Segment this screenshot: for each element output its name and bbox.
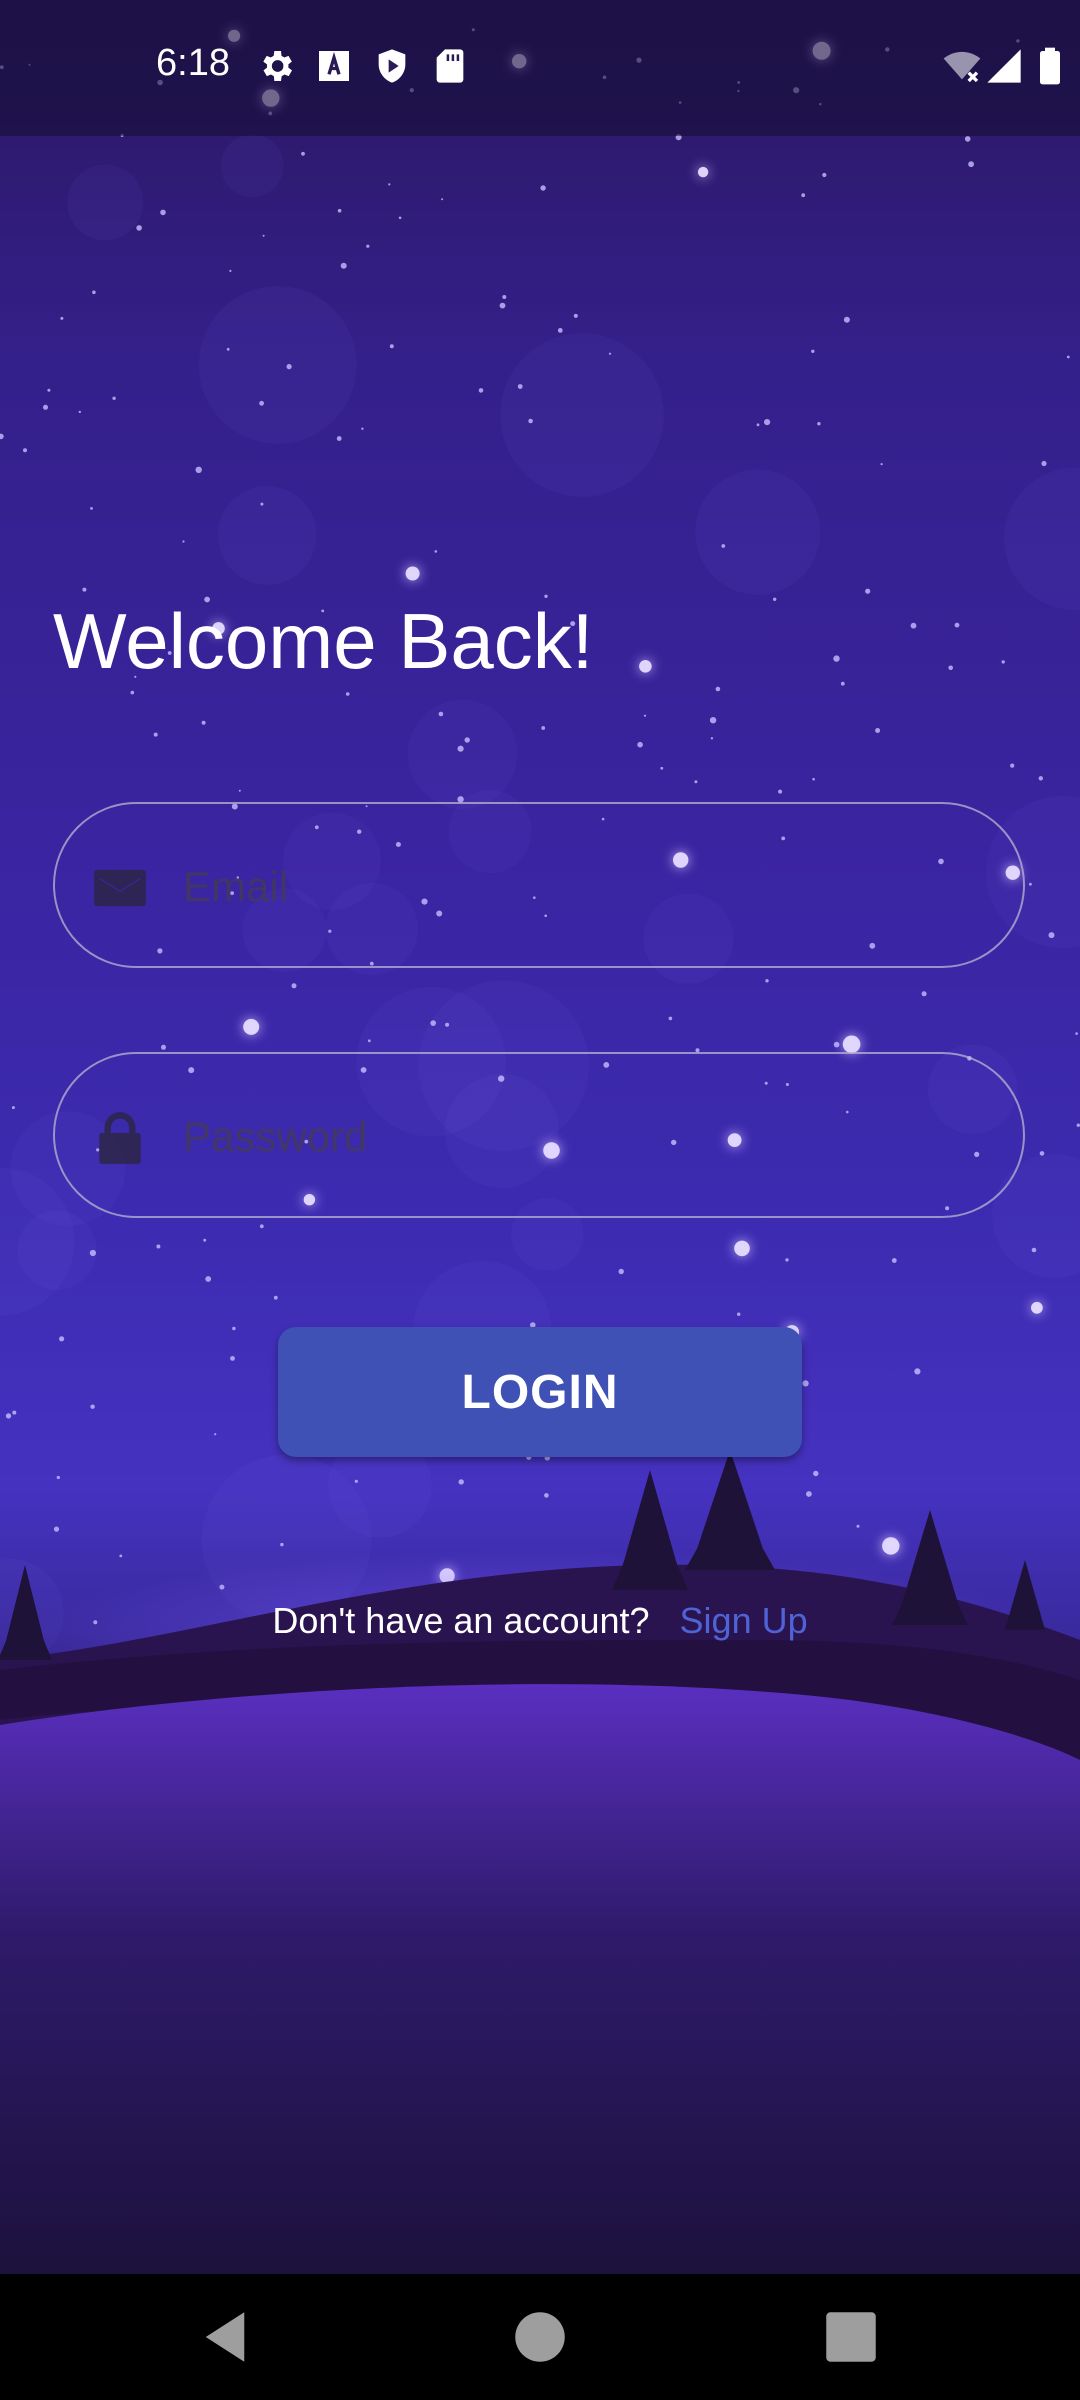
signup-row: Don't have an account? Sign Up <box>0 1600 1080 1642</box>
email-icon <box>94 869 146 907</box>
navigation-bar <box>0 2274 1080 2400</box>
login-screen: 6:18 Welcome Back! Email LOGIN Don't hav… <box>0 0 1080 2400</box>
gear-icon <box>263 51 292 81</box>
home-icon[interactable] <box>507 2304 573 2370</box>
status-bar: 6:18 <box>0 0 1080 136</box>
recents-icon[interactable] <box>818 2304 884 2370</box>
email-input[interactable] <box>181 844 985 930</box>
page-title: Welcome Back! <box>53 597 594 685</box>
lock-icon <box>99 1112 141 1164</box>
signal-icon <box>987 49 1021 83</box>
battery-icon <box>1040 47 1060 85</box>
wifi-off-icon <box>943 51 981 83</box>
password-field[interactable] <box>53 1052 1025 1218</box>
password-input[interactable] <box>181 1094 985 1180</box>
status-time: 6:18 <box>156 42 230 84</box>
text-a-icon <box>319 51 349 81</box>
sd-card-icon <box>436 49 464 83</box>
signup-link[interactable]: Sign Up <box>680 1600 808 1641</box>
signup-prompt: Don't have an account? <box>272 1600 650 1641</box>
shield-play-icon <box>378 49 406 83</box>
back-icon[interactable] <box>192 2304 258 2370</box>
login-button[interactable]: LOGIN <box>278 1327 802 1457</box>
email-field[interactable] <box>53 802 1025 968</box>
